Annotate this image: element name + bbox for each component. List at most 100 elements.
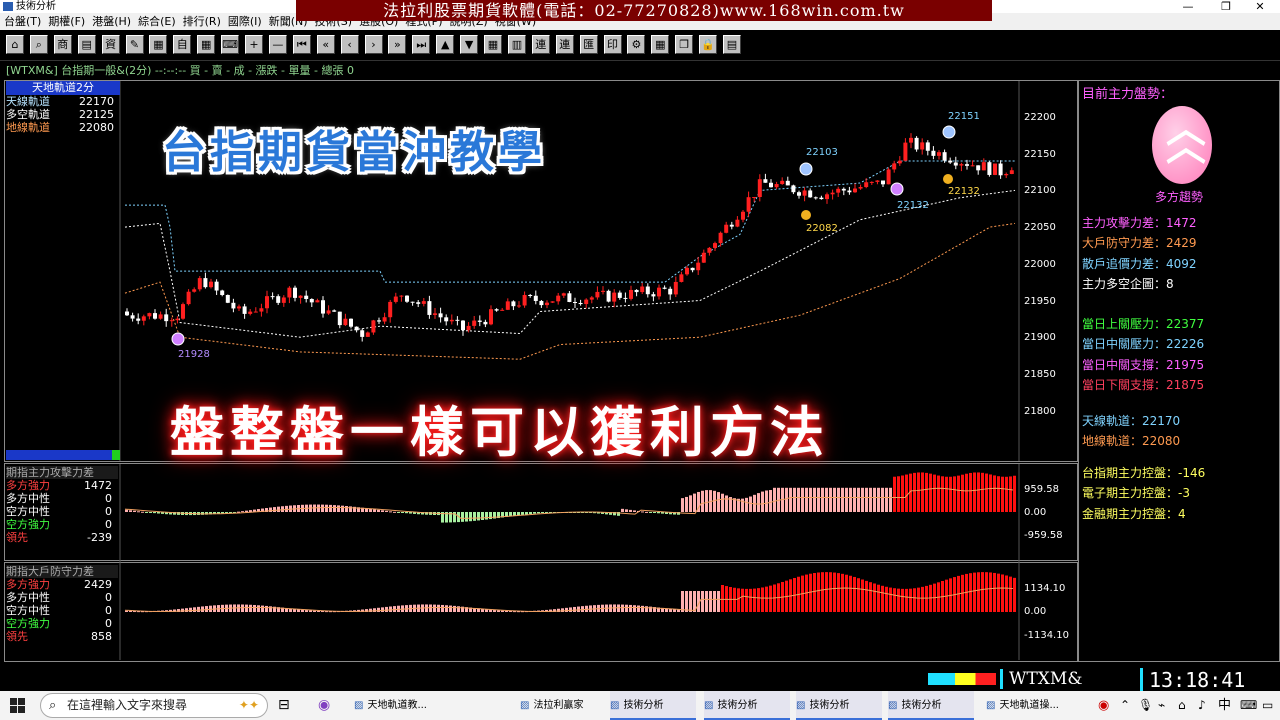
tray-mic-icon[interactable]: 🎙: [1138, 691, 1153, 720]
legend-scroll-bar[interactable]: [6, 450, 120, 460]
tray-network-icon[interactable]: ⌂: [1178, 691, 1186, 720]
legend-label: 空方強力: [6, 518, 50, 531]
trend-label: 多方趨勢: [1155, 190, 1204, 204]
price-annotation: 22151: [948, 111, 980, 122]
legend-row: 領先 858: [6, 630, 118, 643]
indicator-line: 台指期主力控盤：-146: [1082, 466, 1206, 480]
tray-volume-icon[interactable]: ♪: [1198, 691, 1206, 720]
sub2-axis-label: 1134.10: [1024, 583, 1066, 594]
taskbar-app-icon: ▨: [796, 700, 806, 711]
taskbar-app[interactable]: ▨ 技術分析: [796, 691, 882, 720]
taskbar-app[interactable]: ▨ 天地軌道教...: [354, 691, 440, 720]
indicator-line: 主力多空企圖：8: [1082, 276, 1174, 291]
legend-label: 領先: [6, 630, 28, 643]
taskbar-app[interactable]: ▨ 技術分析: [704, 691, 790, 720]
legend-row: 多空軌道 22125: [6, 108, 120, 121]
legend-value: 1472: [84, 479, 112, 492]
sub1-axis-label: 959.58: [1024, 484, 1059, 495]
indicator-line: 天線軌道：22170: [1082, 414, 1181, 428]
taskbar-app-icon: ▨: [354, 700, 364, 711]
tray-ime-indicator[interactable]: 中: [1218, 691, 1231, 720]
legend-row: 地線軌道 22080: [6, 121, 120, 134]
status-bar: WTXM& 13:18:41: [0, 668, 1280, 692]
connection-indicator: [928, 673, 996, 685]
legend-label: 多方強力: [6, 479, 50, 492]
legend-value: 22125: [79, 108, 114, 121]
taskbar-app-icon: ▨: [520, 700, 530, 711]
status-clock: 13:18:41: [1140, 668, 1245, 692]
legend-value: -239: [87, 531, 112, 544]
legend-value: 0: [105, 604, 112, 617]
taskbar-app-icon: ▨: [986, 700, 996, 711]
price-annotation: 22103: [806, 147, 838, 158]
price-tick-label: 22000: [1024, 258, 1056, 270]
copilot-sparkle-icon: ✦✦: [238, 698, 259, 712]
taskbar-app-label: 法拉利贏家: [533, 700, 584, 711]
legend-row: 天線軌道 22170: [6, 95, 120, 108]
overlay-title: 台指期貨當沖教學: [162, 127, 546, 178]
status-symbol: WTXM&: [1000, 669, 1138, 689]
price-tick-label: 22100: [1024, 185, 1056, 197]
price-annotation: 22082: [806, 223, 838, 234]
task-view-icon[interactable]: ⊟: [278, 691, 290, 720]
sub2-axis-label: -1134.10: [1024, 630, 1069, 641]
price-tick-label: 22050: [1024, 222, 1056, 234]
tray-chevron-icon[interactable]: ⌃: [1120, 691, 1130, 720]
sub2-axis-label: 0.00: [1024, 606, 1047, 617]
legend-label: 天線軌道: [6, 95, 50, 108]
sub-chart-2-legend: 期指大戶防守力差 多方強力 2429 多方中性 0 空方中性 0 空方強力 0 領先 858: [6, 565, 118, 643]
price-tick-label: 21900: [1024, 332, 1056, 344]
taskbar-app-icon: ▨: [610, 700, 620, 711]
taskbar-app-label: 技術分析: [809, 700, 850, 711]
sub1-title: 期指主力攻擊力差: [6, 466, 118, 479]
taskbar-app-label: 技術分析: [901, 700, 942, 711]
taskbar-app[interactable]: ▨ 技術分析: [610, 691, 696, 720]
legend-label: 領先: [6, 531, 28, 544]
legend-value: 0: [105, 591, 112, 604]
legend-row: 空方強力 0: [6, 617, 118, 630]
taskbar-app-label: 技術分析: [623, 700, 664, 711]
price-tick-label: 22200: [1024, 112, 1056, 123]
windows-taskbar: ⌕ 在這裡輸入文字來搜尋 ✦✦ ⊟ ◉ ▨ 天地軌道教... ▨ 法拉利贏家 ▨ 技術分析…: [0, 691, 1280, 720]
legend-value: 858: [91, 630, 112, 643]
tray-app-icon[interactable]: ◉: [1098, 691, 1109, 720]
indicator-line: 電子期主力控盤：-3: [1082, 486, 1190, 501]
taskbar-app[interactable]: ▨ 法拉利贏家: [520, 691, 606, 720]
price-tick-label: 21800: [1024, 405, 1056, 417]
legend-header: 天地軌道2分: [6, 81, 120, 95]
indicator-line: 當日上關壓力：22377: [1082, 317, 1205, 331]
copilot-icon[interactable]: ◉: [318, 691, 330, 720]
tray-usb-icon[interactable]: ⌁: [1158, 691, 1165, 720]
sub1-axis-label: 0.00: [1024, 507, 1047, 518]
legend-value: 0: [105, 617, 112, 630]
legend-label: 地線軌道: [6, 121, 50, 134]
price-tick-label: 21850: [1024, 368, 1056, 380]
legend-value: 0: [105, 518, 112, 531]
price-annotation: 22132: [948, 186, 980, 197]
legend-label: 空方中性: [6, 505, 50, 518]
overlay-subtitle: 盤整盤一樣可以獲利方法: [170, 401, 830, 464]
search-icon: ⌕: [49, 698, 57, 713]
legend-row: 空方中性 0: [6, 604, 118, 617]
price-tick-label: 21950: [1024, 295, 1056, 307]
taskbar-search-input[interactable]: ⌕ 在這裡輸入文字來搜尋 ✦✦: [40, 693, 268, 718]
legend-row: 多方強力 1472: [6, 479, 118, 492]
legend-value: 0: [105, 505, 112, 518]
taskbar-app-label: 天地軌道操...: [999, 700, 1059, 711]
indicator-line: 當日中關壓力：22226: [1082, 337, 1205, 352]
indicator-line: 散戶追價力差：4092: [1082, 256, 1197, 271]
taskbar-app[interactable]: ▨ 天地軌道操...: [986, 691, 1072, 720]
legend-value: 22080: [79, 121, 114, 134]
trend-heading: 目前主力盤勢：: [1082, 87, 1174, 102]
tray-keyboard-icon[interactable]: ⌨: [1240, 691, 1257, 720]
taskbar-app[interactable]: ▨ 技術分析: [888, 691, 974, 720]
legend-value: 2429: [84, 578, 112, 591]
legend-row: 多方中性 0: [6, 591, 118, 604]
legend-label: 多方中性: [6, 492, 50, 505]
notification-icon[interactable]: ▭: [1262, 691, 1273, 720]
windows-start-icon[interactable]: [10, 698, 25, 713]
legend-row: 空方強力 0: [6, 518, 118, 531]
legend-row: 多方中性 0: [6, 492, 118, 505]
legend-row: 多方強力 2429: [6, 578, 118, 591]
histogram-bars: [124, 572, 1016, 613]
